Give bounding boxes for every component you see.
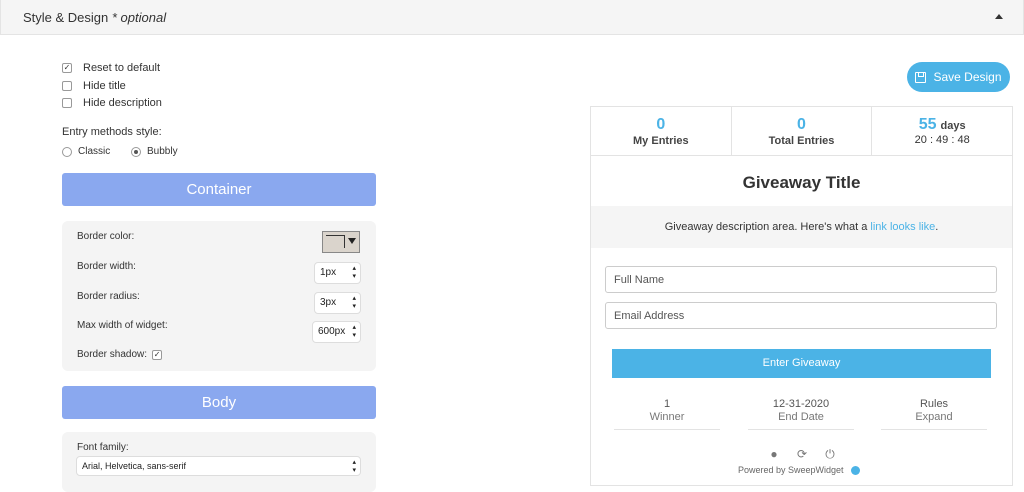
entry-methods-label: Entry methods style:	[62, 126, 162, 138]
powered-by: Powered by SweepWidget	[738, 465, 861, 476]
description-link[interactable]: link looks like	[870, 221, 935, 233]
font-family-select[interactable]: Arial, Helvetica, sans-serif	[76, 456, 361, 476]
rules-info[interactable]: Rules Expand	[881, 398, 987, 430]
widget-icon-row: ● ⟳ ⏻	[767, 447, 837, 462]
reset-label: Reset to default	[83, 62, 161, 74]
border-shadow-row: Border shadow: ✓	[77, 349, 163, 360]
hide-description-label: Hide description	[83, 97, 162, 109]
description-text: Giveaway description area. Here's what a	[664, 221, 871, 233]
border-radius-select[interactable]: 3px	[314, 292, 361, 314]
total-entries-value: 0	[797, 116, 806, 133]
container-section-bar[interactable]: Container	[62, 173, 376, 206]
save-design-label: Save Design	[933, 70, 1002, 84]
checkbox-hide-description[interactable]	[62, 98, 72, 108]
radio-classic-dot[interactable]	[62, 146, 72, 157]
giveaway-description: Giveaway description area. Here's what a…	[591, 206, 1012, 248]
hide-title-option[interactable]: Hide title	[62, 80, 126, 92]
checkbox-border-shadow[interactable]: ✓	[152, 349, 163, 360]
hide-description-option[interactable]: Hide description	[62, 97, 162, 109]
full-name-input[interactable]: Full Name	[605, 266, 997, 293]
floppy-disk-icon	[915, 71, 927, 83]
optional-tag: * optional	[111, 10, 167, 25]
hide-title-label: Hide title	[83, 80, 126, 92]
radio-bubbly[interactable]: Bubbly	[131, 146, 178, 157]
border-shadow-label: Border shadow:	[77, 349, 148, 360]
border-radius-label: Border radius:	[77, 291, 140, 302]
max-width-label: Max width of widget:	[77, 320, 168, 331]
dropdown-arrow-icon	[348, 238, 356, 244]
save-design-button[interactable]: Save Design	[907, 62, 1010, 92]
total-entries-label: Total Entries	[768, 135, 835, 147]
email-input[interactable]: Email Address	[605, 302, 997, 329]
radio-classic-label: Classic	[78, 146, 111, 157]
checkbox-hide-title[interactable]	[62, 81, 72, 91]
border-color-picker[interactable]	[322, 231, 360, 253]
border-width-label: Border width:	[77, 261, 136, 272]
max-width-select[interactable]: 600px	[312, 321, 361, 343]
winner-info: 1 Winner	[614, 398, 720, 430]
countdown-days-row: 55 days	[872, 116, 1012, 134]
total-entries-stat: 0 Total Entries	[732, 107, 873, 155]
power-icon[interactable]: ⏻	[823, 447, 837, 462]
font-family-label: Font family:	[77, 442, 129, 453]
days-label: days	[940, 120, 966, 132]
style-design-header[interactable]: Style & Design * optional	[0, 0, 1024, 35]
section-title: Style & Design * optional	[23, 10, 166, 25]
end-date-value: 12-31-2020	[772, 398, 830, 410]
refresh-icon[interactable]: ⟳	[795, 447, 809, 462]
enter-giveaway-button[interactable]: Enter Giveaway	[612, 349, 991, 378]
countdown-timer: 20 : 49 : 48	[914, 134, 970, 146]
color-preview	[326, 235, 345, 248]
winner-label: Winner	[649, 411, 685, 423]
rules-value[interactable]: Rules	[920, 398, 948, 410]
radio-classic[interactable]: Classic	[62, 146, 110, 157]
stats-bar: 0 My Entries 0 Total Entries 55 days 20 :…	[591, 107, 1012, 156]
days-value: 55	[918, 116, 937, 133]
body-panel: Font family: Arial, Helvetica, sans-seri…	[62, 432, 376, 492]
powered-by-text: Powered by SweepWidget	[738, 465, 844, 475]
radio-bubbly-label: Bubbly	[147, 146, 178, 157]
entry-style-radio-group: Classic Bubbly	[62, 146, 196, 160]
rules-expand[interactable]: Expand	[881, 411, 987, 423]
description-suffix: .	[935, 221, 939, 233]
border-width-select[interactable]: 1px	[314, 262, 361, 284]
radio-bubbly-dot[interactable]	[131, 146, 142, 157]
giveaway-title: Giveaway Title	[742, 173, 861, 192]
winner-count: 1	[663, 398, 671, 410]
checkbox-reset[interactable]: ✓	[62, 63, 72, 73]
container-panel: Border color: Border width: 1px Border r…	[62, 221, 376, 371]
my-entries-stat: 0 My Entries	[591, 107, 732, 155]
countdown-stat: 55 days 20 : 49 : 48	[872, 107, 1012, 155]
user-icon[interactable]: ●	[767, 447, 781, 462]
reset-to-default-option[interactable]: ✓ Reset to default	[62, 62, 160, 74]
border-color-label: Border color:	[77, 231, 135, 242]
my-entries-label: My Entries	[633, 135, 689, 147]
end-date-info: 12-31-2020 End Date	[748, 398, 854, 430]
my-entries-value: 0	[656, 116, 666, 133]
end-date-label: End Date	[778, 411, 824, 423]
body-section-bar[interactable]: Body	[62, 386, 376, 419]
collapse-caret-icon[interactable]	[995, 14, 1003, 19]
section-title-text: Style & Design	[23, 10, 109, 25]
giveaway-widget-preview: 0 My Entries 0 Total Entries 55 days 20 :…	[590, 106, 1013, 486]
sweepwidget-logo-icon	[851, 466, 861, 476]
